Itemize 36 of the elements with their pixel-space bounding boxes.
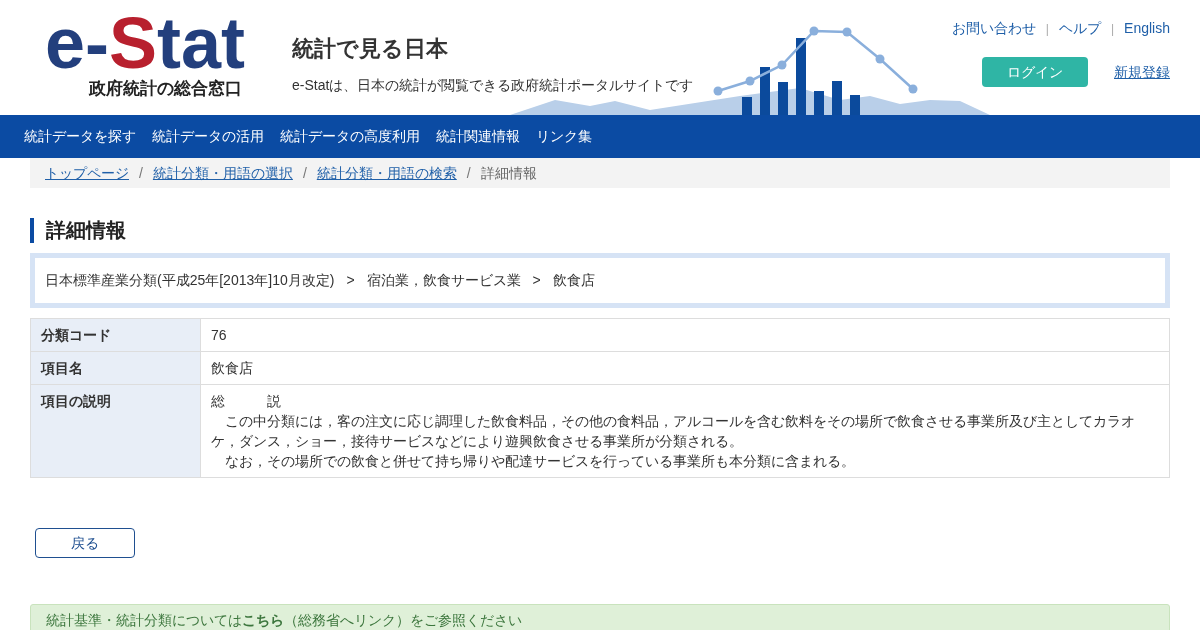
row-value: 総 説 この中分類には，客の注文に応じ調理した飲食料品，その他の食料品，アルコールを含む飲料をその場所で飲食させる事業所及び主としてカラオケ，ダンス，ショー，接待サービスなどにより遊興飲食させる事業所が分類される。 なお，その場所での飲食と併せて持ち帰りや配達サービスを行っている事業所も本分類に含まれる。 — [200, 384, 1170, 478]
path-separator: > — [345, 271, 356, 290]
path-label: 日本標準産業分類(平成25年[2013年]10月改定) — [45, 271, 335, 290]
site-subtitle: e-Statは、日本の統計が閲覧できる政府統計ポータルサイトです — [292, 76, 694, 95]
row-label: 項目名 — [30, 351, 201, 385]
register-link[interactable]: 新規登録 — [1114, 61, 1170, 83]
nav-item[interactable]: 統計データを探す — [16, 126, 144, 147]
breadcrumb-separator: / — [138, 163, 144, 183]
row-value: 76 — [200, 318, 1170, 352]
back-button[interactable]: 戻る — [35, 528, 135, 558]
link-separator: | — [1045, 20, 1049, 38]
row-label: 分類コード — [30, 318, 201, 352]
nav-item[interactable]: 統計データの活用 — [144, 126, 272, 147]
header-link[interactable]: English — [1124, 18, 1170, 39]
row-value: 飲食店 — [200, 351, 1170, 385]
nav-item[interactable]: 統計データの高度利用 — [272, 126, 428, 147]
path-separator: > — [531, 271, 542, 290]
breadcrumb-current: 詳細情報 — [480, 163, 537, 183]
header-link[interactable]: お問い合わせ — [951, 18, 1036, 39]
header-link[interactable]: ヘルプ — [1058, 18, 1101, 39]
breadcrumb-link[interactable]: 統計分類・用語の検索 — [316, 162, 457, 184]
path-label: 宿泊業，飲食サービス業 — [366, 271, 521, 290]
row-label: 項目の説明 — [30, 384, 201, 478]
breadcrumb-link[interactable]: トップページ — [45, 162, 129, 184]
nav-item[interactable]: 統計関連情報 — [428, 126, 528, 147]
site-title: 統計で見る日本 — [292, 35, 449, 63]
logo[interactable]: e-Stat — [44, 10, 246, 76]
logo-tagline: 政府統計の総合窓口 — [87, 78, 242, 100]
page-heading: 詳細情報 — [30, 218, 1170, 243]
nav-item[interactable]: リンク集 — [528, 126, 600, 147]
breadcrumb-separator: / — [465, 163, 472, 183]
link-separator: | — [1110, 20, 1115, 38]
breadcrumb-separator: / — [301, 163, 308, 183]
path-label: 飲食店 — [552, 271, 595, 290]
breadcrumb-link[interactable]: 統計分類・用語の選択 — [152, 162, 293, 184]
notice-text: 統計基準・統計分類についてはこちら（総務省へリンク）をご参照ください — [46, 612, 522, 628]
